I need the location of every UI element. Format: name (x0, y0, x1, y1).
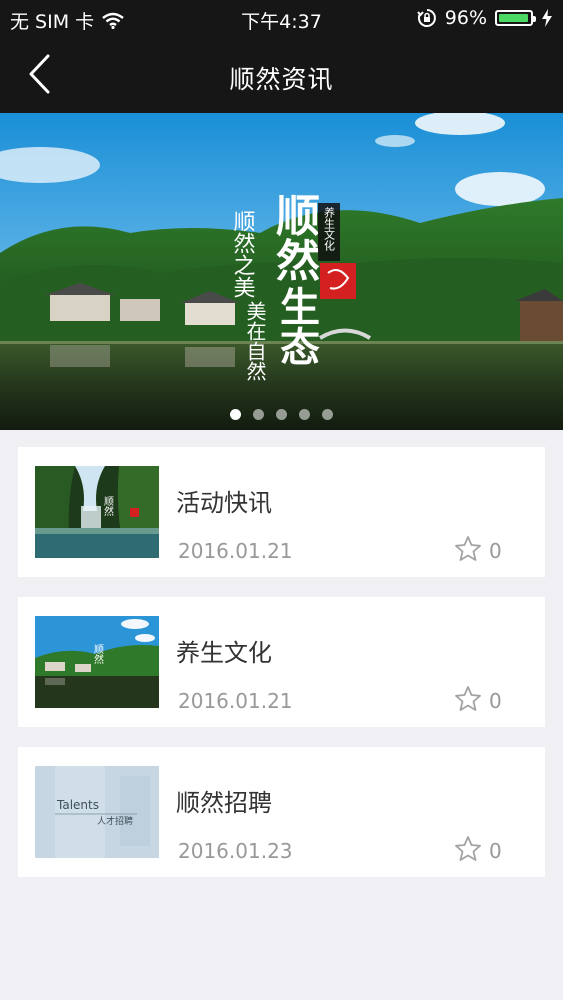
svg-text:顺然: 顺然 (92, 644, 104, 665)
status-bar: 无 SIM 卡 下午4:37 96% (0, 0, 563, 36)
svg-text:顺然: 顺然 (102, 496, 114, 517)
news-thumbnail: 顺然 (35, 466, 159, 558)
favorite-count: 0 (489, 689, 502, 713)
calligraphy-sub-2: 美在自然 (243, 301, 267, 381)
carousel-dots (0, 409, 563, 420)
news-title: 养生文化 (176, 639, 272, 667)
star-icon[interactable] (454, 685, 482, 713)
banner-carousel[interactable]: 顺 然 生 态 顺然之美 美在自然 养生文化 (0, 113, 563, 430)
banner-image: 顺 然 生 态 顺然之美 美在自然 养生文化 (0, 113, 563, 430)
news-thumbnail: Talents 人才招聘 (35, 766, 159, 858)
carousel-dot[interactable] (276, 409, 287, 420)
carousel-dot[interactable] (322, 409, 333, 420)
carousel-dot[interactable] (299, 409, 310, 420)
charging-bolt-icon (542, 9, 552, 27)
banner-tag: 养生文化 (323, 206, 336, 252)
news-thumbnail: 顺然 (35, 616, 159, 708)
battery-percent: 96% (444, 7, 487, 29)
calligraphy-main-1: 顺 (276, 191, 320, 242)
carousel-dot[interactable] (230, 409, 241, 420)
news-date: 2016.01.21 (178, 539, 293, 563)
rotation-lock-icon (416, 9, 436, 27)
favorite-count: 0 (489, 539, 502, 563)
navigation-bar: 顺然资讯 (0, 36, 563, 113)
news-card[interactable]: 顺然 养生文化 2016.01.21 0 (18, 597, 545, 727)
thumbnail-text: Talents (56, 798, 99, 812)
news-date: 2016.01.21 (178, 689, 293, 713)
battery-fill (499, 14, 528, 22)
news-title: 活动快讯 (176, 489, 272, 517)
calligraphy-main-4: 态 (280, 324, 320, 371)
calligraphy-sub-1: 顺然之美 (230, 210, 256, 298)
star-icon[interactable] (454, 835, 482, 863)
news-card[interactable]: Talents 人才招聘 顺然招聘 2016.01.23 0 (18, 747, 545, 877)
calligraphy-main-2: 然 (276, 236, 320, 287)
favorite-count: 0 (489, 839, 502, 863)
status-right: 96% (416, 7, 553, 29)
news-card[interactable]: 顺然 活动快讯 2016.01.21 0 (18, 447, 545, 577)
carousel-dot[interactable] (253, 409, 264, 420)
news-date: 2016.01.23 (178, 839, 293, 863)
thumbnail-subtext: 人才招聘 (97, 815, 133, 827)
star-icon[interactable] (454, 535, 482, 563)
news-title: 顺然招聘 (176, 789, 272, 817)
page-title: 顺然资讯 (229, 65, 334, 94)
battery-icon (495, 10, 536, 26)
